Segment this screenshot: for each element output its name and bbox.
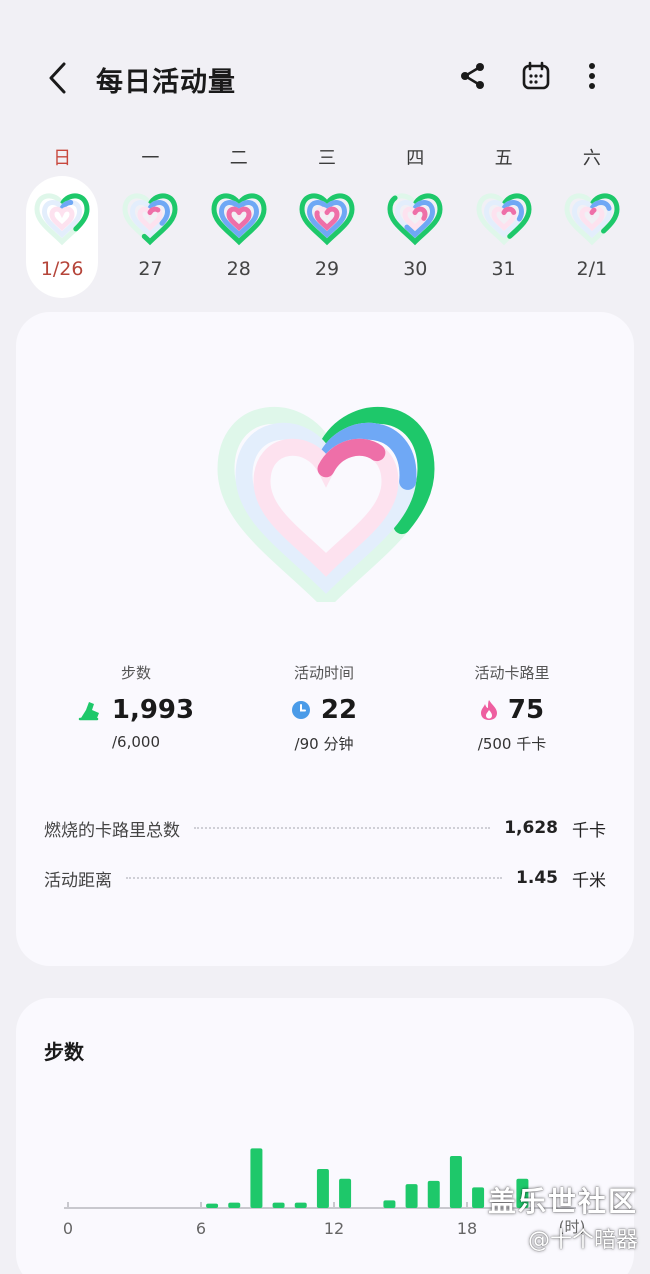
steps-goal: /6,000 — [112, 733, 160, 751]
active-time-goal: /90 分钟 — [294, 735, 354, 753]
x-tick-label: 12 — [324, 1219, 344, 1238]
total-calories-unit: 千卡 — [572, 820, 606, 841]
steps-stat: 步数 1,993 /6,000 — [36, 662, 236, 751]
activity-heart-rings — [217, 406, 435, 602]
watermark: 盖乐世社区 @十个暗器 — [488, 1180, 638, 1254]
more-options-button[interactable] — [574, 58, 610, 94]
flame-icon — [480, 700, 497, 720]
day-of-week-label: 二 — [229, 148, 248, 169]
day-date-label: 30 — [403, 258, 428, 280]
day-heart-rings — [476, 193, 532, 246]
share-icon — [461, 63, 484, 89]
day-heart-rings — [564, 193, 620, 246]
calendar-icon — [522, 61, 550, 90]
day-heart-rings — [34, 193, 90, 246]
calories-stat: 活动卡路里 75 /500 千卡 — [412, 662, 612, 754]
clock-icon — [291, 701, 310, 719]
activity-summary-card: 步数 1,993 /6,000 活动时间 22 /90 分钟 活动卡路里 75 … — [16, 312, 634, 966]
day-5[interactable]: 五 31 — [468, 140, 540, 300]
steps-bar — [206, 1203, 219, 1208]
steps-bar — [294, 1202, 307, 1208]
watermark-line1: 盖乐世社区 — [487, 1185, 638, 1218]
shoe-icon — [78, 702, 99, 721]
day-of-week-label: 四 — [406, 148, 425, 169]
day-date-label: 2/1 — [576, 258, 608, 280]
day-heart-rings — [122, 193, 178, 246]
steps-bar — [228, 1202, 241, 1208]
distance-unit: 千米 — [572, 870, 606, 891]
steps-bar — [272, 1202, 285, 1208]
day-of-week-label: 三 — [318, 148, 336, 169]
week-selector: 日 1/26 一 27 二 28 三 29 四 30 五 31 六 2/1 — [16, 140, 634, 300]
dotted-leader — [194, 827, 491, 829]
day-date-label: 1/26 — [40, 258, 84, 280]
distance-row: 活动距离 1.45 千米 — [44, 863, 606, 893]
calories-goal: /500 千卡 — [477, 735, 547, 753]
steps-value: 1,993 — [111, 695, 195, 725]
day-date-label: 28 — [226, 258, 251, 280]
steps-bar — [339, 1178, 352, 1208]
total-calories-row: 燃烧的卡路里总数 1,628 千卡 — [44, 813, 606, 843]
x-tick-label: 18 — [457, 1219, 477, 1238]
day-date-label: 29 — [314, 258, 340, 280]
watermark-line2: @十个暗器 — [527, 1228, 638, 1253]
day-of-week-label: 五 — [494, 148, 513, 169]
distance-value: 1.45 — [516, 868, 558, 888]
day-of-week-label: 一 — [141, 148, 160, 169]
x-tick-label: 0 — [63, 1219, 73, 1238]
day-0[interactable]: 日 1/26 — [26, 140, 99, 300]
steps-bar — [316, 1169, 329, 1208]
steps-bar — [250, 1148, 263, 1208]
day-heart-rings — [211, 193, 267, 246]
back-button[interactable] — [38, 58, 78, 98]
steps-bar — [383, 1200, 396, 1208]
top-app-bar: 每日活动量 — [0, 0, 650, 140]
total-calories-label: 燃烧的卡路里总数 — [44, 820, 180, 841]
page-title: 每日活动量 — [96, 67, 236, 98]
steps-bar — [405, 1184, 418, 1208]
steps-bar — [449, 1156, 462, 1208]
day-4[interactable]: 四 30 — [379, 140, 451, 300]
steps-bar — [472, 1187, 485, 1208]
day-date-label: 27 — [138, 258, 163, 280]
steps-label: 步数 — [120, 664, 151, 682]
day-6[interactable]: 六 2/1 — [556, 140, 628, 300]
day-date-label: 31 — [491, 258, 516, 280]
steps-bar — [427, 1180, 440, 1208]
day-2[interactable]: 二 28 — [203, 140, 275, 300]
day-heart-rings — [299, 193, 355, 246]
active-time-stat: 活动时间 22 /90 分钟 — [224, 662, 424, 754]
dotted-leader — [126, 877, 503, 879]
calendar-button[interactable] — [518, 58, 554, 94]
x-tick-label: 6 — [196, 1219, 206, 1238]
day-heart-rings — [387, 193, 443, 246]
calories-value: 75 — [507, 695, 545, 725]
back-arrow-icon — [49, 62, 66, 94]
active-time-label: 活动时间 — [293, 664, 354, 682]
day-3[interactable]: 三 29 — [291, 140, 363, 300]
calories-label: 活动卡路里 — [474, 664, 550, 682]
distance-label: 活动距离 — [44, 870, 112, 891]
day-1[interactable]: 一 27 — [114, 140, 186, 300]
day-of-week-label: 六 — [582, 148, 601, 169]
total-calories-value: 1,628 — [504, 818, 558, 838]
day-of-week-label: 日 — [53, 148, 72, 169]
more-vertical-icon — [589, 63, 595, 89]
active-time-value: 22 — [320, 695, 358, 725]
share-button[interactable] — [455, 58, 491, 94]
